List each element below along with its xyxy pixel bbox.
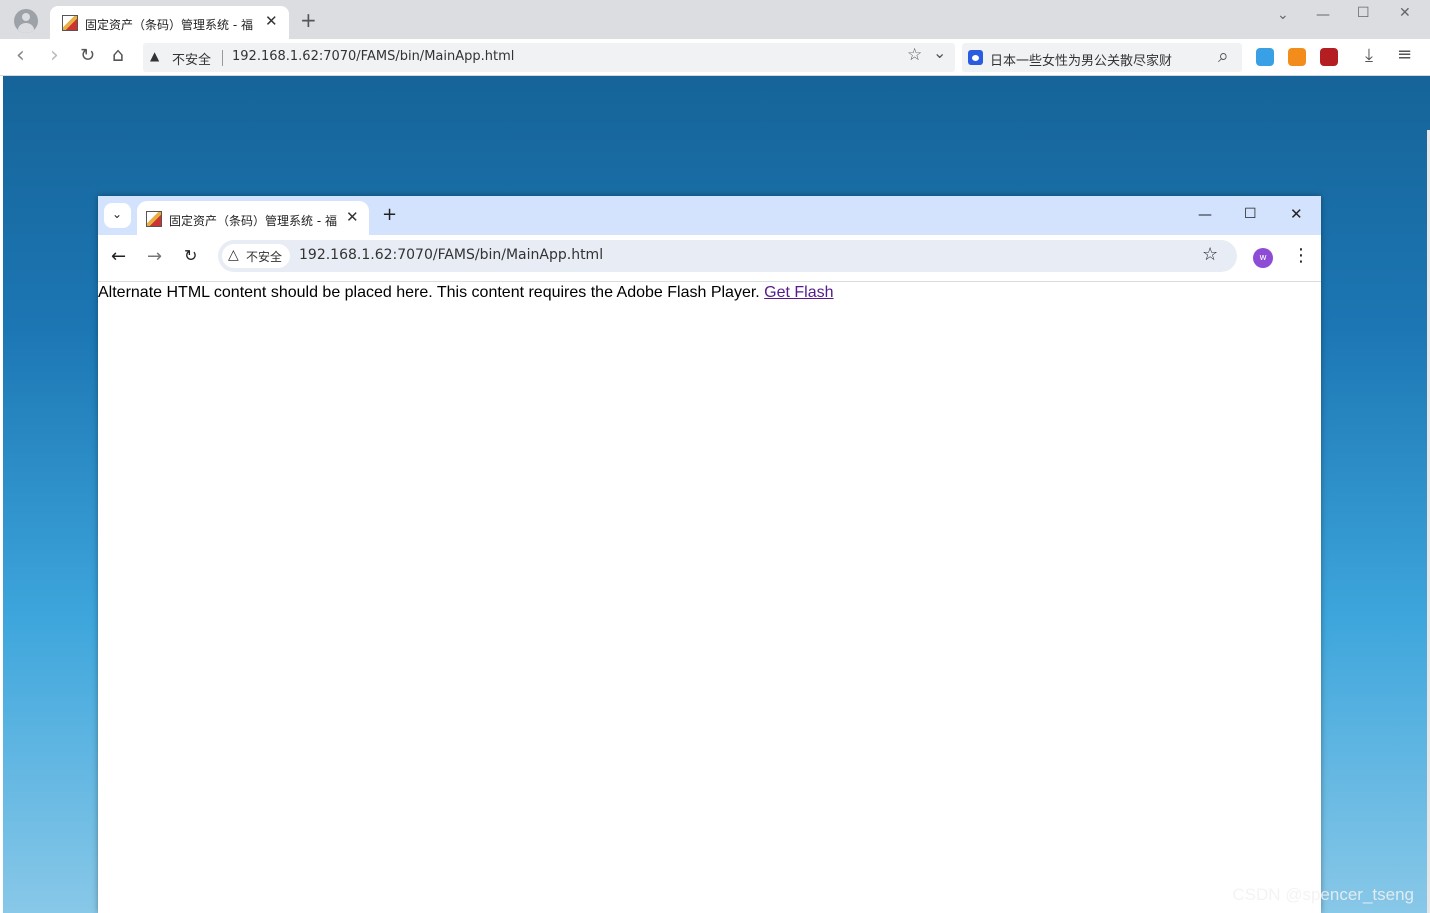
outer-tab-title: 固定资产（条码）管理系统 - 福 (85, 18, 253, 32)
site-favicon-icon (146, 211, 162, 227)
site-favicon-icon (62, 15, 78, 31)
inner-tab-title: 固定资产（条码）管理系统 - 福 (169, 214, 337, 228)
outer-active-tab[interactable]: 固定资产（条码）管理系统 - 福 ✕ (50, 6, 289, 39)
outer-reload-icon[interactable]: ↻ (80, 47, 95, 65)
inner-security-label: 不安全 (246, 250, 283, 264)
flash-extension-icon[interactable] (1320, 48, 1338, 66)
inner-address-bar[interactable]: △ 不安全 192.168.1.62:7070/FAMS/bin/MainApp… (218, 240, 1237, 272)
outer-toolbar: ‹ › ↻ ⌂ ▲ 不安全 192.168.1.62:7070/FAMS/bin… (0, 39, 1430, 76)
outer-new-tab-button[interactable]: + (300, 10, 317, 30)
site-info-chip[interactable]: △ 不安全 (222, 244, 290, 268)
outer-warning-icon: ▲ (150, 49, 160, 63)
outer-tab-close-icon[interactable]: ✕ (265, 14, 278, 29)
inner-url-text[interactable]: 192.168.1.62:7070/FAMS/bin/MainApp.html (299, 247, 603, 263)
inner-active-tab[interactable]: 固定资产（条码）管理系统 - 福 ✕ (137, 201, 369, 235)
outer-url-text[interactable]: 192.168.1.62:7070/FAMS/bin/MainApp.html (232, 49, 514, 64)
inner-back-icon[interactable]: ← (111, 248, 126, 266)
inner-close-icon[interactable]: ✕ (1290, 207, 1303, 222)
extension-1-icon[interactable] (1256, 48, 1274, 66)
inner-new-tab-button[interactable]: + (382, 206, 397, 224)
page-content: Alternate HTML content should be placed … (98, 282, 1321, 913)
outer-tab-strip: 固定资产（条码）管理系统 - 福 ✕ + ⌄ — ☐ ✕ (0, 0, 1430, 39)
flash-fallback-message: Alternate HTML content should be placed … (98, 284, 834, 302)
outer-address-bar[interactable]: ▲ 不安全 192.168.1.62:7070/FAMS/bin/MainApp… (143, 43, 955, 72)
inner-profile-avatar[interactable]: w (1253, 248, 1273, 268)
csdn-watermark: CSDN @spencer_tseng (1232, 885, 1414, 904)
inner-browser-window: ⌄ 固定资产（条码）管理系统 - 福 ✕ + — ☐ ✕ ← → ↻ △ 不安全… (98, 196, 1321, 913)
outer-bookmark-star-icon[interactable]: ☆ (907, 47, 922, 64)
outer-minimize-icon[interactable]: — (1316, 8, 1330, 22)
inner-toolbar: ← → ↻ △ 不安全 192.168.1.62:7070/FAMS/bin/M… (98, 235, 1321, 282)
fallback-text: Alternate HTML content should be placed … (98, 284, 765, 301)
outer-search-box[interactable]: 日本一些女性为男公关散尽家财 ⌕ (962, 43, 1242, 72)
outer-search-icon[interactable]: ⌕ (1218, 47, 1229, 66)
inner-minimize-icon[interactable]: — (1198, 208, 1212, 222)
outer-download-icon[interactable]: ⤓ (1365, 47, 1373, 65)
outer-maximize-icon[interactable]: ☐ (1357, 6, 1370, 20)
outer-address-dropdown-icon[interactable]: ⌄ (933, 45, 946, 61)
inner-tab-close-icon[interactable]: ✕ (346, 210, 359, 225)
get-flash-link[interactable]: Get Flash (764, 284, 833, 301)
outer-profile-avatar[interactable] (14, 9, 38, 33)
inner-reload-icon[interactable]: ↻ (184, 248, 197, 264)
outer-close-icon[interactable]: ✕ (1399, 6, 1411, 20)
inner-maximize-icon[interactable]: ☐ (1244, 207, 1257, 221)
outer-back-icon[interactable]: ‹ (16, 45, 25, 67)
inner-bookmark-star-icon[interactable]: ☆ (1202, 246, 1218, 264)
inner-warning-icon: △ (228, 247, 239, 263)
outer-tab-list-icon[interactable]: ⌄ (1277, 8, 1289, 22)
chevron-down-icon: ⌄ (112, 207, 123, 221)
baidu-paw-icon (968, 50, 983, 65)
outer-search-text[interactable]: 日本一些女性为男公关散尽家财 (990, 50, 1172, 69)
extension-2-icon[interactable] (1288, 48, 1306, 66)
inner-tab-search-button[interactable]: ⌄ (104, 203, 131, 228)
outer-home-icon[interactable]: ⌂ (112, 46, 124, 65)
outer-address-divider (222, 50, 223, 66)
outer-forward-icon[interactable]: › (50, 45, 59, 67)
inner-menu-icon[interactable]: ⋮ (1292, 247, 1310, 265)
inner-forward-icon[interactable]: → (147, 248, 162, 266)
outer-menu-icon[interactable]: ≡ (1397, 46, 1412, 64)
inner-tab-strip: ⌄ 固定资产（条码）管理系统 - 福 ✕ + — ☐ ✕ (98, 196, 1321, 235)
outer-security-label[interactable]: 不安全 (172, 49, 211, 68)
